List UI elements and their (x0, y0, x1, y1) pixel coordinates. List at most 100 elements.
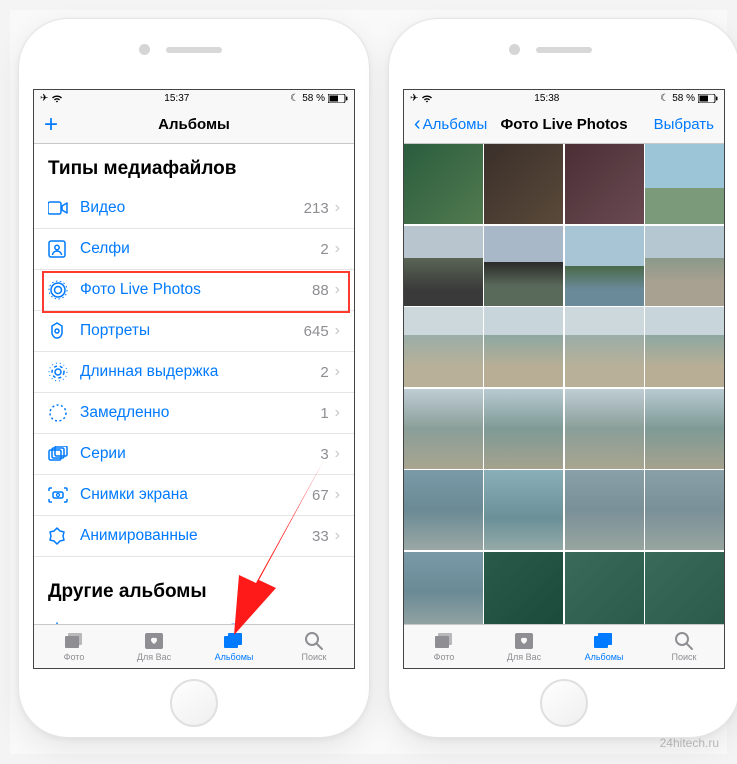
photo-thumbnail[interactable] (484, 226, 563, 306)
tab-search[interactable]: Поиск (644, 625, 724, 668)
tab-foryou[interactable]: Для Вас (114, 625, 194, 668)
photo-thumbnail[interactable] (404, 470, 483, 550)
home-button[interactable] (540, 679, 588, 727)
tab-albums[interactable]: Альбомы (564, 625, 644, 668)
photo-thumbnail[interactable] (484, 144, 563, 224)
photo-thumbnail[interactable] (645, 226, 724, 306)
row-portrait[interactable]: Портреты645› (34, 311, 354, 352)
phone-right: ✈︎ 15:38 ☾ 58 % ‹ Альбомы Фото Live Phot… (388, 18, 737, 738)
row-label: Серии (70, 445, 320, 463)
chevron-right-icon: › (329, 486, 340, 504)
tab-photos[interactable]: Фото (404, 625, 484, 668)
tab-foryou[interactable]: Для Вас (484, 625, 564, 668)
tab-albums[interactable]: Альбомы (194, 625, 274, 668)
row-label: Анимированные (70, 527, 312, 545)
tab-label: Альбомы (585, 652, 624, 662)
add-button[interactable]: + (44, 111, 58, 139)
tab-label: Альбомы (215, 652, 254, 662)
wifi-icon (51, 94, 63, 103)
photo-thumbnail[interactable] (404, 144, 483, 224)
tab-label: Фото (64, 652, 85, 662)
battery-icon (328, 94, 348, 103)
photo-thumbnail[interactable] (404, 307, 483, 387)
navbar-albums: + Альбомы (34, 106, 354, 144)
tab-label: Для Вас (137, 652, 171, 662)
import-icon (48, 622, 70, 624)
photo-thumbnail[interactable] (565, 307, 644, 387)
row-livephoto[interactable]: Фото Live Photos88› (34, 270, 354, 311)
tab-search-icon (674, 631, 694, 651)
photo-thumbnail[interactable] (565, 389, 644, 469)
row-burst[interactable]: Серии3› (34, 434, 354, 475)
screenshot-icon (48, 487, 70, 503)
back-button[interactable]: ‹ Альбомы (414, 113, 487, 136)
photo-thumbnail[interactable] (484, 307, 563, 387)
photo-thumbnail[interactable] (484, 389, 563, 469)
home-button[interactable] (170, 679, 218, 727)
airplane-icon: ✈︎ (40, 93, 48, 104)
chevron-right-icon: › (329, 322, 340, 340)
row-import[interactable]: Импортированные объ0› (34, 611, 354, 624)
watermark: 24hitech.ru (660, 736, 719, 750)
select-button[interactable]: Выбрать (654, 116, 714, 133)
row-video[interactable]: Видео213› (34, 188, 354, 229)
photo-thumbnail[interactable] (484, 552, 563, 625)
battery-icon (698, 94, 718, 103)
row-label: Портреты (70, 322, 304, 340)
photo-thumbnail[interactable] (645, 470, 724, 550)
phone-left: ✈︎ 15:37 ☾ 58 % + Альбомы Типы медиафайл… (18, 18, 370, 738)
chevron-right-icon: › (329, 363, 340, 381)
row-count: 213 (304, 200, 329, 217)
tab-search-icon (304, 631, 324, 651)
section-media-types: Типы медиафайлов (34, 144, 354, 188)
status-bar: ✈︎ 15:37 ☾ 58 % (34, 90, 354, 106)
chevron-right-icon: › (329, 240, 340, 258)
photo-thumbnail[interactable] (484, 470, 563, 550)
row-screenshot[interactable]: Снимки экрана67› (34, 475, 354, 516)
chevron-right-icon: › (329, 199, 340, 217)
photo-thumbnail[interactable] (645, 389, 724, 469)
row-label: Длинная выдержка (70, 363, 320, 381)
row-label: Фото Live Photos (70, 281, 312, 299)
row-count: 0 (320, 623, 328, 625)
row-count: 3 (320, 446, 328, 463)
photo-thumbnail[interactable] (565, 470, 644, 550)
battery-percent: 58 % (302, 93, 325, 104)
row-label: Видео (70, 199, 304, 217)
video-icon (48, 201, 70, 215)
chevron-right-icon: › (329, 404, 340, 422)
row-label: Селфи (70, 240, 320, 258)
chevron-right-icon: › (329, 281, 340, 299)
tab-search[interactable]: Поиск (274, 625, 354, 668)
burst-icon (48, 446, 70, 462)
moon-icon: ☾ (290, 93, 299, 104)
section-other-albums: Другие альбомы (34, 557, 354, 611)
photo-thumbnail[interactable] (404, 389, 483, 469)
photo-thumbnail[interactable] (565, 552, 644, 625)
slomo-icon (48, 403, 70, 423)
row-count: 2 (320, 241, 328, 258)
status-bar: ✈︎ 15:38 ☾ 58 % (404, 90, 724, 106)
photo-thumbnail[interactable] (565, 226, 644, 306)
row-slomo[interactable]: Замедленно1› (34, 393, 354, 434)
tab-photos[interactable]: Фото (34, 625, 114, 668)
row-selfie[interactable]: Селфи2› (34, 229, 354, 270)
photo-thumbnail[interactable] (404, 226, 483, 306)
tab-foryou-icon (514, 631, 534, 651)
chevron-left-icon: ‹ (414, 113, 421, 136)
tab-label: Для Вас (507, 652, 541, 662)
photo-thumbnail[interactable] (404, 552, 483, 625)
tab-foryou-icon (144, 631, 164, 651)
photo-thumbnail[interactable] (565, 144, 644, 224)
tab-photos-icon (433, 631, 455, 651)
moon-icon: ☾ (660, 93, 669, 104)
photo-thumbnail[interactable] (645, 144, 724, 224)
back-label: Альбомы (423, 116, 488, 133)
navbar-live-photos: ‹ Альбомы Фото Live Photos Выбрать (404, 106, 724, 144)
photo-thumbnail[interactable] (645, 307, 724, 387)
row-animated[interactable]: Анимированные33› (34, 516, 354, 557)
photo-thumbnail[interactable] (645, 552, 724, 625)
tab-label: Поиск (302, 652, 327, 662)
row-longexp[interactable]: Длинная выдержка2› (34, 352, 354, 393)
status-time: 15:38 (534, 93, 559, 104)
